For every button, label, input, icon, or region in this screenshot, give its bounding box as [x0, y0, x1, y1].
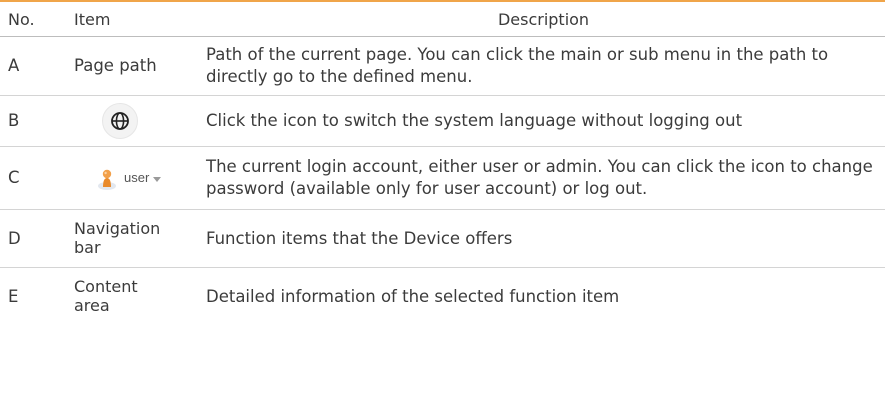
table-header-row: No. Item Description — [0, 1, 885, 37]
row-item-line2: bar — [74, 237, 101, 257]
row-item: user — [68, 146, 202, 210]
table-row: A Page path Path of the current page. Yo… — [0, 36, 885, 96]
user-label: user — [124, 170, 150, 185]
user-menu: user — [94, 165, 162, 191]
header-item: Item — [74, 9, 111, 29]
row-item — [68, 95, 202, 147]
row-description: The current login account, either user o… — [202, 146, 885, 210]
header-description: Description — [497, 9, 590, 29]
row-description: Click the icon to switch the system lang… — [202, 95, 885, 147]
row-item-line1: Content — [74, 276, 138, 296]
table-row: E Content area Detailed information of t… — [0, 268, 885, 326]
user-avatar-icon — [94, 165, 120, 191]
row-item-line2: area — [74, 295, 110, 315]
caret-down-icon — [153, 176, 162, 182]
row-no: D — [0, 209, 68, 268]
row-no: B — [0, 95, 68, 147]
row-description: Path of the current page. You can click … — [202, 36, 885, 96]
row-description: Function items that the Device offers — [202, 209, 885, 268]
row-item: Navigation bar — [68, 209, 202, 268]
table-row: D Navigation bar Function items that the… — [0, 209, 885, 268]
row-item-line1: Navigation — [74, 218, 161, 238]
row-no: C — [0, 146, 68, 210]
row-no: E — [8, 286, 19, 306]
row-item: Page path — [68, 36, 202, 96]
description-table: No. Item Description A Page path Path of… — [0, 0, 885, 325]
table-row: B Click the icon to switch the system la… — [0, 95, 885, 147]
header-no: No. — [8, 9, 35, 29]
row-description: Detailed information of the selected fun… — [206, 286, 620, 306]
row-item: Content area — [68, 268, 202, 326]
globe-icon — [102, 103, 138, 139]
row-no: A — [0, 36, 68, 96]
table-row: C user The current login account, either… — [0, 146, 885, 210]
